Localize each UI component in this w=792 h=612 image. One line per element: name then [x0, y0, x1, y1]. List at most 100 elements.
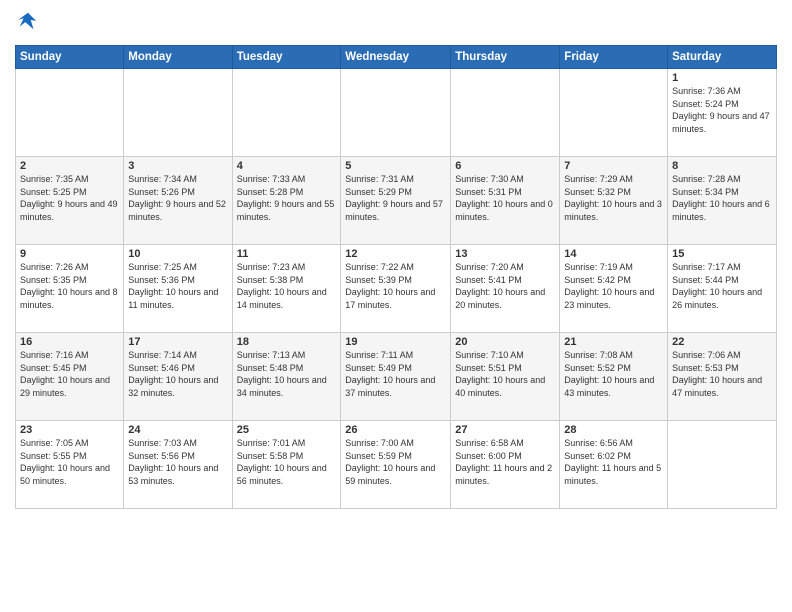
- calendar-cell: 9Sunrise: 7:26 AM Sunset: 5:35 PM Daylig…: [16, 245, 124, 333]
- calendar-cell: 22Sunrise: 7:06 AM Sunset: 5:53 PM Dayli…: [668, 333, 777, 421]
- day-number: 2: [20, 160, 119, 172]
- day-number: 6: [455, 160, 555, 172]
- day-number: 3: [128, 160, 227, 172]
- weekday-header-thursday: Thursday: [451, 46, 560, 69]
- day-info: Sunrise: 7:14 AM Sunset: 5:46 PM Dayligh…: [128, 349, 227, 399]
- calendar-cell: 13Sunrise: 7:20 AM Sunset: 5:41 PM Dayli…: [451, 245, 560, 333]
- day-info: Sunrise: 7:22 AM Sunset: 5:39 PM Dayligh…: [345, 261, 446, 311]
- calendar-cell: 18Sunrise: 7:13 AM Sunset: 5:48 PM Dayli…: [232, 333, 341, 421]
- day-number: 1: [672, 72, 772, 84]
- day-info: Sunrise: 7:08 AM Sunset: 5:52 PM Dayligh…: [564, 349, 663, 399]
- weekday-header-wednesday: Wednesday: [341, 46, 451, 69]
- day-info: Sunrise: 7:00 AM Sunset: 5:59 PM Dayligh…: [345, 437, 446, 487]
- calendar-cell: 5Sunrise: 7:31 AM Sunset: 5:29 PM Daylig…: [341, 157, 451, 245]
- calendar-week-row: 16Sunrise: 7:16 AM Sunset: 5:45 PM Dayli…: [16, 333, 777, 421]
- day-info: Sunrise: 7:26 AM Sunset: 5:35 PM Dayligh…: [20, 261, 119, 311]
- calendar-cell: [232, 69, 341, 157]
- day-number: 20: [455, 336, 555, 348]
- calendar-cell: 25Sunrise: 7:01 AM Sunset: 5:58 PM Dayli…: [232, 421, 341, 509]
- day-info: Sunrise: 7:05 AM Sunset: 5:55 PM Dayligh…: [20, 437, 119, 487]
- weekday-header-sunday: Sunday: [16, 46, 124, 69]
- calendar-cell: 27Sunrise: 6:58 AM Sunset: 6:00 PM Dayli…: [451, 421, 560, 509]
- day-number: 24: [128, 424, 227, 436]
- day-info: Sunrise: 7:35 AM Sunset: 5:25 PM Dayligh…: [20, 173, 119, 223]
- calendar-cell: 23Sunrise: 7:05 AM Sunset: 5:55 PM Dayli…: [16, 421, 124, 509]
- calendar-week-row: 9Sunrise: 7:26 AM Sunset: 5:35 PM Daylig…: [16, 245, 777, 333]
- day-info: Sunrise: 7:33 AM Sunset: 5:28 PM Dayligh…: [237, 173, 337, 223]
- calendar-cell: 28Sunrise: 6:56 AM Sunset: 6:02 PM Dayli…: [560, 421, 668, 509]
- day-info: Sunrise: 7:34 AM Sunset: 5:26 PM Dayligh…: [128, 173, 227, 223]
- calendar-cell: [341, 69, 451, 157]
- calendar-cell: 8Sunrise: 7:28 AM Sunset: 5:34 PM Daylig…: [668, 157, 777, 245]
- calendar-cell: [124, 69, 232, 157]
- weekday-header-saturday: Saturday: [668, 46, 777, 69]
- calendar-cell: 26Sunrise: 7:00 AM Sunset: 5:59 PM Dayli…: [341, 421, 451, 509]
- day-info: Sunrise: 7:28 AM Sunset: 5:34 PM Dayligh…: [672, 173, 772, 223]
- day-number: 10: [128, 248, 227, 260]
- calendar-week-row: 23Sunrise: 7:05 AM Sunset: 5:55 PM Dayli…: [16, 421, 777, 509]
- day-info: Sunrise: 7:06 AM Sunset: 5:53 PM Dayligh…: [672, 349, 772, 399]
- day-info: Sunrise: 7:25 AM Sunset: 5:36 PM Dayligh…: [128, 261, 227, 311]
- calendar-cell: 7Sunrise: 7:29 AM Sunset: 5:32 PM Daylig…: [560, 157, 668, 245]
- day-number: 27: [455, 424, 555, 436]
- day-number: 26: [345, 424, 446, 436]
- day-info: Sunrise: 6:56 AM Sunset: 6:02 PM Dayligh…: [564, 437, 663, 487]
- calendar-table: SundayMondayTuesdayWednesdayThursdayFrid…: [15, 45, 777, 509]
- day-info: Sunrise: 7:16 AM Sunset: 5:45 PM Dayligh…: [20, 349, 119, 399]
- calendar-cell: 14Sunrise: 7:19 AM Sunset: 5:42 PM Dayli…: [560, 245, 668, 333]
- weekday-header-monday: Monday: [124, 46, 232, 69]
- day-info: Sunrise: 7:13 AM Sunset: 5:48 PM Dayligh…: [237, 349, 337, 399]
- calendar-cell: 2Sunrise: 7:35 AM Sunset: 5:25 PM Daylig…: [16, 157, 124, 245]
- weekday-header-row: SundayMondayTuesdayWednesdayThursdayFrid…: [16, 46, 777, 69]
- day-info: Sunrise: 7:17 AM Sunset: 5:44 PM Dayligh…: [672, 261, 772, 311]
- calendar-cell: 11Sunrise: 7:23 AM Sunset: 5:38 PM Dayli…: [232, 245, 341, 333]
- day-info: Sunrise: 7:03 AM Sunset: 5:56 PM Dayligh…: [128, 437, 227, 487]
- calendar-week-row: 1Sunrise: 7:36 AM Sunset: 5:24 PM Daylig…: [16, 69, 777, 157]
- page-container: SundayMondayTuesdayWednesdayThursdayFrid…: [0, 0, 792, 519]
- calendar-cell: [451, 69, 560, 157]
- calendar-cell: 10Sunrise: 7:25 AM Sunset: 5:36 PM Dayli…: [124, 245, 232, 333]
- calendar-cell: 6Sunrise: 7:30 AM Sunset: 5:31 PM Daylig…: [451, 157, 560, 245]
- header: [15, 10, 777, 37]
- day-number: 4: [237, 160, 337, 172]
- calendar-week-row: 2Sunrise: 7:35 AM Sunset: 5:25 PM Daylig…: [16, 157, 777, 245]
- calendar-cell: 19Sunrise: 7:11 AM Sunset: 5:49 PM Dayli…: [341, 333, 451, 421]
- day-info: Sunrise: 7:30 AM Sunset: 5:31 PM Dayligh…: [455, 173, 555, 223]
- day-number: 18: [237, 336, 337, 348]
- logo-bird-icon: [17, 10, 39, 32]
- day-info: Sunrise: 7:36 AM Sunset: 5:24 PM Dayligh…: [672, 85, 772, 135]
- day-info: Sunrise: 7:31 AM Sunset: 5:29 PM Dayligh…: [345, 173, 446, 223]
- day-number: 11: [237, 248, 337, 260]
- day-number: 14: [564, 248, 663, 260]
- day-number: 16: [20, 336, 119, 348]
- calendar-cell: [560, 69, 668, 157]
- calendar-cell: [16, 69, 124, 157]
- calendar-cell: 3Sunrise: 7:34 AM Sunset: 5:26 PM Daylig…: [124, 157, 232, 245]
- day-number: 17: [128, 336, 227, 348]
- logo: [15, 10, 39, 37]
- day-info: Sunrise: 7:29 AM Sunset: 5:32 PM Dayligh…: [564, 173, 663, 223]
- day-number: 22: [672, 336, 772, 348]
- calendar-cell: [668, 421, 777, 509]
- day-number: 21: [564, 336, 663, 348]
- day-number: 23: [20, 424, 119, 436]
- day-number: 13: [455, 248, 555, 260]
- calendar-cell: 20Sunrise: 7:10 AM Sunset: 5:51 PM Dayli…: [451, 333, 560, 421]
- day-number: 25: [237, 424, 337, 436]
- calendar-cell: 12Sunrise: 7:22 AM Sunset: 5:39 PM Dayli…: [341, 245, 451, 333]
- day-number: 19: [345, 336, 446, 348]
- day-number: 15: [672, 248, 772, 260]
- calendar-cell: 15Sunrise: 7:17 AM Sunset: 5:44 PM Dayli…: [668, 245, 777, 333]
- day-number: 28: [564, 424, 663, 436]
- day-info: Sunrise: 7:23 AM Sunset: 5:38 PM Dayligh…: [237, 261, 337, 311]
- day-number: 8: [672, 160, 772, 172]
- calendar-cell: 21Sunrise: 7:08 AM Sunset: 5:52 PM Dayli…: [560, 333, 668, 421]
- day-info: Sunrise: 7:11 AM Sunset: 5:49 PM Dayligh…: [345, 349, 446, 399]
- calendar-cell: 17Sunrise: 7:14 AM Sunset: 5:46 PM Dayli…: [124, 333, 232, 421]
- day-number: 7: [564, 160, 663, 172]
- calendar-cell: 16Sunrise: 7:16 AM Sunset: 5:45 PM Dayli…: [16, 333, 124, 421]
- day-number: 9: [20, 248, 119, 260]
- day-info: Sunrise: 7:20 AM Sunset: 5:41 PM Dayligh…: [455, 261, 555, 311]
- day-info: Sunrise: 7:01 AM Sunset: 5:58 PM Dayligh…: [237, 437, 337, 487]
- calendar-cell: 24Sunrise: 7:03 AM Sunset: 5:56 PM Dayli…: [124, 421, 232, 509]
